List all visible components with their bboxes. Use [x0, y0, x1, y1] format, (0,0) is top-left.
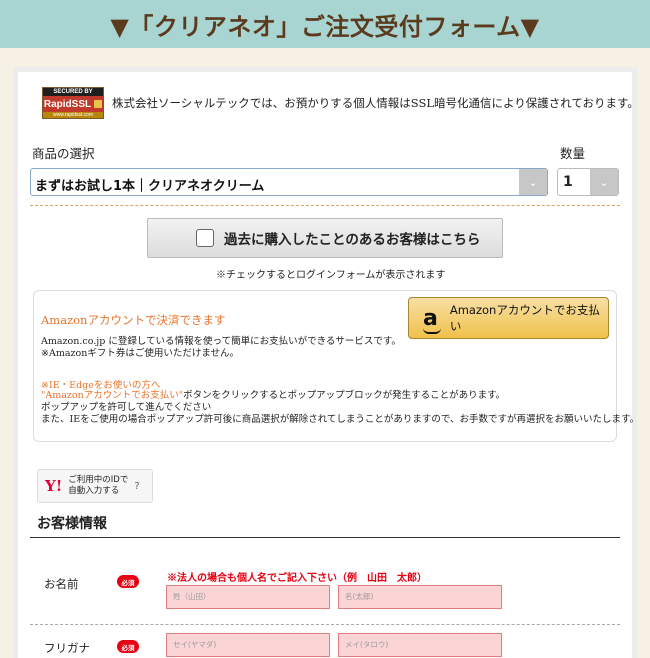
amazon-desc-line-2: ※Amazonギフト券はご使用いただけません。 [41, 348, 240, 359]
product-select-label: 商品の選択 [32, 146, 95, 161]
last-name-kana-input[interactable]: セイ(ヤマダ) [166, 633, 330, 657]
yahoo-autofill-button[interactable]: Y! ご利用中のIDで 自動入力する ? [37, 469, 153, 503]
past-customer-checkbox[interactable] [196, 229, 214, 247]
amazon-pay-button-label: Amazonアカウントでお支払い [449, 303, 600, 333]
amazon-logo-icon: a [423, 305, 441, 334]
customer-section-title: お客様情報 [37, 516, 107, 532]
divider [30, 624, 620, 625]
help-icon[interactable]: ? [134, 481, 139, 492]
ssl-badge-top: SECURED BY [43, 88, 103, 96]
first-name-input[interactable]: 名(太郎) [338, 585, 502, 609]
amazon-desc-line-1: Amazon.co.jp に登録している情報を使って簡単にお支払いができるサービ… [41, 336, 401, 347]
amazon-ie-line-3: また、IEをご使用の場合ポップアップ許可後に商品選択が解除されてしまうことがあり… [41, 414, 640, 425]
chevron-down-icon[interactable]: ⌄ [519, 169, 547, 195]
first-name-kana-input[interactable]: メイ(タロウ) [338, 633, 502, 657]
amazon-pay-button[interactable]: a Amazonアカウントでお支払い [408, 297, 609, 339]
name-label: お名前 [44, 577, 79, 591]
yahoo-logo-icon: Y! [45, 477, 63, 495]
last-name-input[interactable]: 姓（山田） [166, 585, 330, 609]
ssl-notice: 株式会社ソーシャルテックでは、お預かりする個人情報はSSL暗号化通信により保護さ… [112, 96, 639, 110]
yahoo-line-1: ご利用中のIDで [68, 475, 129, 485]
amazon-ie-notice: "Amazonアカウントでお支払い"ボタンをクリックするとポップアップブロックが… [41, 390, 639, 426]
chevron-down-icon[interactable]: ⌄ [590, 169, 618, 195]
amazon-ie-heading: ※IE・Edgeをお使いの方へ [41, 380, 161, 391]
section-divider [30, 537, 620, 538]
quantity-select[interactable]: 1 ⌄ [557, 168, 619, 196]
required-badge: 必須 [117, 640, 139, 653]
product-select[interactable]: まずはお試し1本｜クリアネオクリーム ⌄ [30, 168, 548, 196]
lock-icon [94, 100, 103, 108]
past-customer-label: 過去に購入したことのあるお客様はこちら [224, 232, 481, 248]
yahoo-line-2: 自動入力する [68, 486, 120, 496]
ssl-badge: SECURED BY RapidSSL www.rapidssl.com [42, 87, 104, 119]
name-note: ※法人の場合も個人名でご記入下さい（例 山田 太郎） [167, 573, 427, 584]
quantity-label: 数量 [560, 146, 586, 161]
quantity-selected-value: 1 [563, 174, 573, 190]
page-title: ▼「クリアネオ」ご注文受付フォーム▼ [110, 12, 540, 41]
product-selected-value: まずはお試し1本｜クリアネオクリーム [35, 179, 265, 194]
required-badge: 必須 [117, 575, 139, 588]
furigana-label: フリガナ [44, 641, 90, 655]
amazon-ie-line-1-highlight: "Amazonアカウントでお支払い" [41, 390, 184, 401]
past-customer-button[interactable]: 過去に購入したことのあるお客様はこちら [147, 218, 503, 258]
page-banner: ▼「クリアネオ」ご注文受付フォーム▼ [0, 0, 650, 48]
ssl-badge-url: www.rapidssl.com [43, 112, 103, 118]
divider [30, 205, 620, 206]
amazon-heading: Amazonアカウントで決済できます [41, 313, 226, 327]
amazon-ie-line-2: ポップアップを許可して進んでください [41, 402, 212, 413]
ssl-badge-brand: RapidSSL [43, 96, 103, 112]
amazon-ie-line-1-rest: ボタンをクリックするとポップアップブロックが発生することがあります。 [183, 390, 506, 401]
ssl-brand-text: RapidSSL [43, 98, 92, 110]
amazon-ie-line-1: "Amazonアカウントでお支払い"ボタンをクリックするとポップアップブロックが… [41, 390, 639, 402]
yahoo-autofill-label: ご利用中のIDで 自動入力する [68, 475, 128, 497]
amazon-description: Amazon.co.jp に登録している情報を使って簡単にお支払いができるサービ… [41, 336, 401, 360]
past-customer-note: ※チェックするとログインフォームが表示されます [216, 270, 446, 281]
